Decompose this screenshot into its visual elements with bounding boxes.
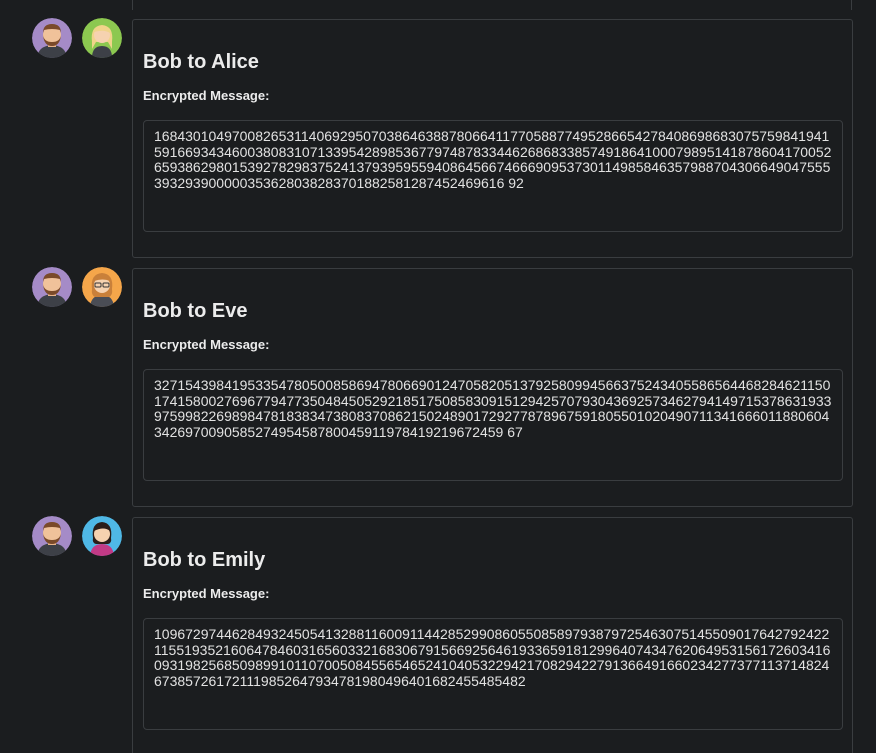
message-panel: Bob to Emily Encrypted Message: 10967297… [132, 517, 853, 753]
encrypted-message-label: Encrypted Message: [143, 586, 270, 601]
encrypted-message-text[interactable]: 1684301049700826531140692950703864638878… [143, 120, 843, 232]
encrypted-message-text[interactable]: 1096729744628493245054132881160091144285… [143, 618, 843, 730]
bob-avatar-icon[interactable] [32, 516, 72, 556]
eve-avatar-icon[interactable] [82, 267, 122, 307]
thread-title: Bob to Eve [143, 300, 248, 322]
emily-avatar-icon[interactable] [82, 516, 122, 556]
alice-avatar-icon[interactable] [82, 18, 122, 58]
encrypted-message-text[interactable]: 3271543984195335478050085869478066901247… [143, 369, 843, 481]
message-panel: Bob to Alice Encrypted Message: 16843010… [132, 19, 853, 258]
bob-avatar-icon[interactable] [32, 267, 72, 307]
message-panel: Bob to Eve Encrypted Message: 3271543984… [132, 268, 853, 507]
encrypted-message-label: Encrypted Message: [143, 337, 270, 352]
thread-title: Bob to Alice [143, 51, 259, 73]
previous-panel-edge [132, 0, 852, 10]
thread-title: Bob to Emily [143, 549, 266, 571]
bob-avatar-icon[interactable] [32, 18, 72, 58]
encrypted-message-label: Encrypted Message: [143, 88, 270, 103]
message-feed: Bob to Alice Encrypted Message: 16843010… [0, 0, 876, 753]
